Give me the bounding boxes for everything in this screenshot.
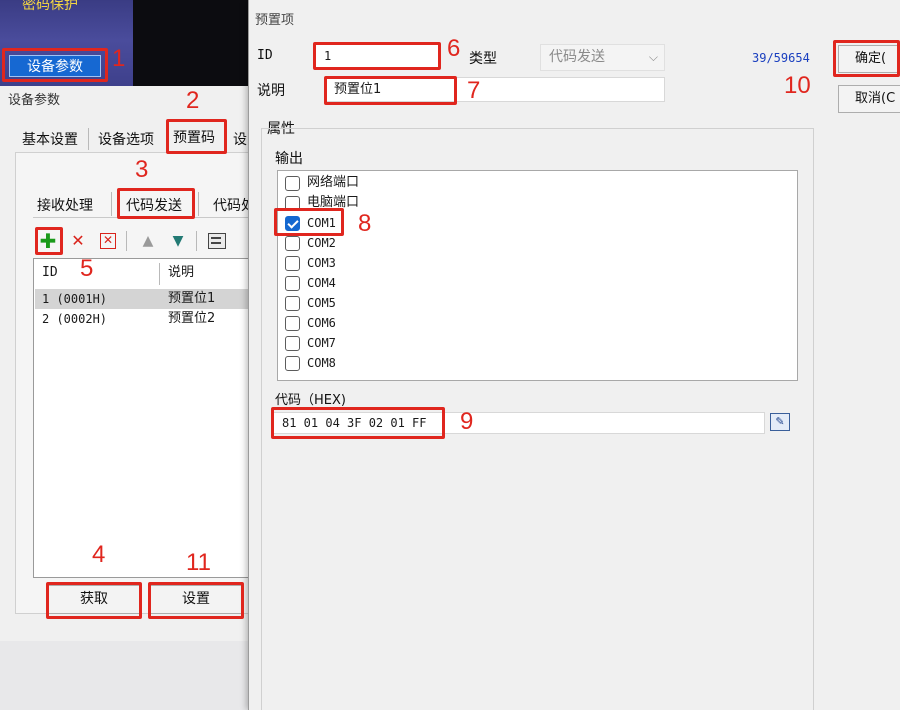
chevron-down-icon: ⌵ <box>648 50 658 64</box>
annotation-number: 5 <box>80 255 94 282</box>
option-label: COM3 <box>307 256 336 270</box>
annotation-number: 9 <box>460 408 474 435</box>
checkbox[interactable] <box>285 196 300 211</box>
edit-code-icon[interactable]: ✎ <box>770 413 790 431</box>
tab-basic-settings[interactable]: 基本设置 <box>22 129 78 149</box>
ok-button[interactable]: 确定( <box>838 45 900 73</box>
checkbox[interactable] <box>285 356 300 371</box>
annotation-number: 1 <box>112 45 126 72</box>
list-header-description[interactable]: 说明 <box>168 259 194 287</box>
tab-preset-code[interactable]: 预置码 <box>173 127 215 147</box>
annotation-number: 7 <box>467 77 481 104</box>
annotation-number: 11 <box>186 549 211 576</box>
checkbox[interactable] <box>285 176 300 191</box>
checkbox[interactable] <box>285 336 300 351</box>
list-row[interactable]: 2 (0002H) 预置位2 <box>35 309 252 329</box>
option-label: 网络端口 <box>307 175 360 190</box>
annotation-number: 8 <box>358 210 372 237</box>
annotation-number: 10 <box>784 72 811 99</box>
option-label: COM1 <box>307 216 336 230</box>
tab-device-options[interactable]: 设备选项 <box>98 129 154 149</box>
tab-receive-processing[interactable]: 接收处理 <box>37 195 93 215</box>
tab-code-send[interactable]: 代码发送 <box>126 195 182 215</box>
option-label: COM2 <box>307 236 336 250</box>
dialog-footer <box>0 641 252 710</box>
annotation-number: 4 <box>92 541 106 568</box>
row-id: 1 (0001H) <box>42 292 108 306</box>
background-dark-panel <box>133 0 252 90</box>
output-port-list: 网络端口 电脑端口 COM1 COM2 COM3 COM4 COM5 COM6 <box>277 170 798 381</box>
column-divider[interactable] <box>159 263 160 285</box>
option-label: COM6 <box>307 316 336 330</box>
type-label: 类型 <box>469 51 497 67</box>
checkbox[interactable] <box>285 236 300 251</box>
list-row[interactable]: 1 (0001H) 预置位1 <box>35 289 252 309</box>
output-label: 输出 <box>275 151 303 167</box>
add-icon[interactable]: ✚ <box>37 230 59 252</box>
id-label: ID <box>257 48 273 63</box>
checkbox-checked[interactable] <box>285 216 300 231</box>
get-button[interactable]: 获取 <box>48 585 140 614</box>
delete-all-icon[interactable]: ✕ <box>97 230 119 252</box>
device-params-dialog: 设备参数 基本设置 设备选项 预置码 设 接收处理 代码发送 代码处 ✚ ✕ ✕… <box>0 86 255 710</box>
dialog-title: 预置项 <box>255 13 295 28</box>
tab-divider <box>88 128 89 150</box>
id-field[interactable]: 1 <box>315 44 441 69</box>
tab-settings-partial[interactable]: 设 <box>233 129 247 149</box>
preset-list[interactable]: ID 说明 1 (0001H) 预置位1 2 (0002H) 预置位2 <box>33 258 252 578</box>
tab-divider <box>111 192 112 216</box>
annotation-number: 6 <box>447 35 461 62</box>
row-description: 预置位1 <box>168 291 216 306</box>
checkbox[interactable] <box>285 296 300 311</box>
list-header-id[interactable]: ID <box>42 259 58 287</box>
title-bar: 预置项 <box>249 0 900 34</box>
option-label: COM8 <box>307 356 336 370</box>
row-id: 2 (0002H) <box>42 312 108 326</box>
move-down-icon[interactable]: ▼ <box>167 230 189 252</box>
delete-icon[interactable]: ✕ <box>67 230 89 252</box>
preset-item-dialog: 预置项 ID 1 类型 代码发送 ⌵ 39/59654 说明 预置位1 确定( … <box>248 0 900 710</box>
description-field[interactable]: 预置位1 <box>325 77 665 102</box>
checkbox[interactable] <box>285 316 300 331</box>
code-hex-label: 代码（HEX) <box>275 393 346 408</box>
cancel-button[interactable]: 取消(C <box>838 85 900 113</box>
main-tab-strip: 基本设置 设备选项 预置码 设 <box>16 126 252 152</box>
checkbox[interactable] <box>285 256 300 271</box>
option-label: COM4 <box>307 276 336 290</box>
option-label: COM7 <box>307 336 336 350</box>
checkbox[interactable] <box>285 276 300 291</box>
annotation-number: 2 <box>186 87 200 114</box>
description-label: 说明 <box>257 83 285 99</box>
device-params-button[interactable]: 设备参数 <box>9 55 101 77</box>
annotation-number: 3 <box>135 156 149 183</box>
sub-tab-strip: 接收处理 代码发送 代码处 <box>33 190 255 218</box>
type-select[interactable]: 代码发送 ⌵ <box>540 44 665 71</box>
move-up-icon[interactable]: ▲ <box>137 230 159 252</box>
dialog-title: 设备参数 <box>8 93 61 108</box>
toolbar-divider <box>196 231 197 251</box>
record-counter: 39/59654 <box>752 51 810 65</box>
properties-icon[interactable] <box>206 230 228 252</box>
tab-divider <box>198 192 199 216</box>
option-label: 电脑端口 <box>307 195 360 210</box>
option-label: COM5 <box>307 296 336 310</box>
row-description: 预置位2 <box>168 311 216 326</box>
password-protect-label[interactable]: 密码保护 <box>22 0 78 14</box>
set-button[interactable]: 设置 <box>150 585 242 614</box>
type-select-value: 代码发送 <box>549 49 605 65</box>
preset-toolbar: ✚ ✕ ✕ ▲ ▼ <box>33 226 252 256</box>
code-hex-field[interactable]: 81 01 04 3F 02 01 FF <box>273 412 765 434</box>
toolbar-divider <box>126 231 127 251</box>
